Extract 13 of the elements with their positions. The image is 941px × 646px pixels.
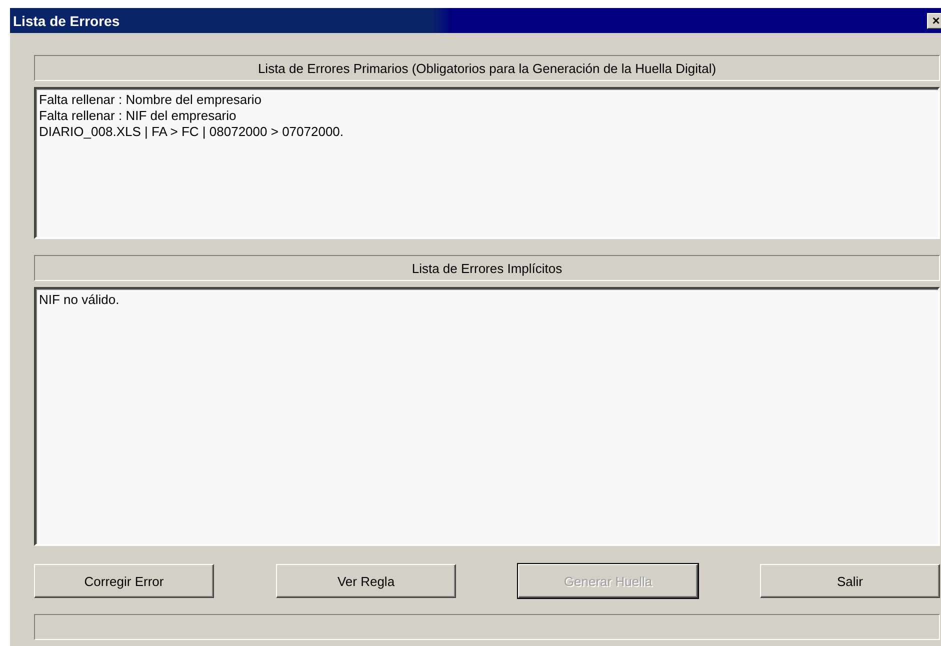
error-line: Falta rellenar : Nombre del empresario [39,92,263,108]
dialog-button[interactable]: Corregir Error [34,564,214,598]
section-heading: Lista de Errores Implícitos [34,255,940,281]
error-line: NIF no válido. [39,292,120,308]
error-list[interactable]: NIF no válido. [34,287,940,546]
dialog-button[interactable]: Ver Regla [276,564,456,598]
window-title: Lista de Errores [12,12,120,28]
dialog-button[interactable]: Salir [760,564,940,598]
section-heading: Lista de Errores Primarios (Obligatorios para la Generación de la Huella Digital) [34,55,940,81]
close-button[interactable]: × [927,12,941,28]
error-line: Falta rellenar : NIF del empresario [39,108,238,124]
error-line: DIARIO_008.XLS | FA > FC | 08072000 > 07072000. [39,124,345,140]
error-list[interactable]: Falta rellenar : Nombre del empresario Falta rellenar : NIF del empresario DIARIO_008.XLS | FA > FC | 08072000 > 07072000. [34,87,940,239]
